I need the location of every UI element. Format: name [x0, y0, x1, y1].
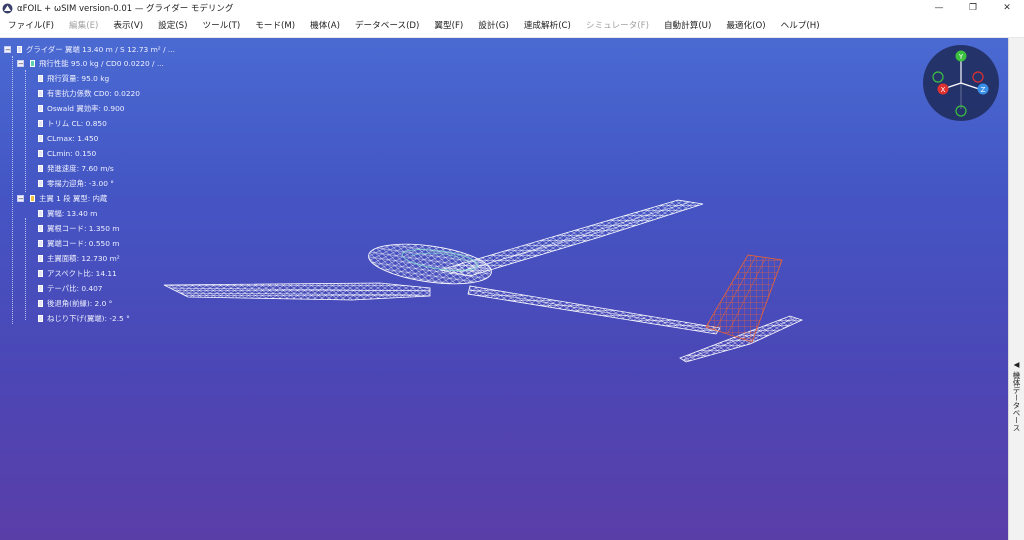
menu-airfoil[interactable]: 翼型(F) — [426, 16, 470, 37]
menu-edit[interactable]: 編集(E) — [61, 16, 105, 37]
menu-bar: ファイル(F) 編集(E) 表示(V) 設定(S) ツール(T) モード(M) … — [0, 16, 1024, 38]
tree-item-sweep[interactable]: 後退角(前縁): 2.0 ° — [38, 296, 112, 310]
tree-item-label: CLmax: 1.450 — [47, 133, 99, 143]
restore-button[interactable]: ❐ — [956, 0, 990, 16]
side-panel-label: ◀ 機体データベース — [1012, 360, 1021, 432]
property-icon — [38, 179, 43, 187]
menu-aircraft[interactable]: 機体(A) — [302, 16, 347, 37]
performance-icon — [30, 59, 35, 67]
property-icon — [38, 284, 43, 292]
tree-item-label: 飛行質量: 95.0 kg — [47, 73, 110, 83]
collapse-icon[interactable]: − — [17, 194, 24, 202]
tree-group-performance[interactable]: − 飛行性能 95.0 kg / CD0 0.0220 / ... — [17, 56, 164, 70]
property-icon — [38, 209, 43, 217]
menu-auto-calc[interactable]: 自動計算(U) — [656, 16, 718, 37]
property-icon — [38, 299, 43, 307]
collapse-icon[interactable]: − — [17, 59, 24, 67]
title-bar: αFOIL + ωSIM version-0.01 — グライダー モデリング … — [0, 0, 1024, 16]
tree-item-label: 翼根コード: 1.350 m — [47, 223, 120, 233]
tree-item-label: 後退角(前縁): 2.0 ° — [47, 298, 113, 308]
property-icon — [38, 239, 43, 247]
property-icon — [38, 269, 43, 277]
gizmo-z-label: Z — [981, 86, 986, 94]
tree-item-wing-area[interactable]: 主翼面積: 12.730 m² — [38, 251, 120, 265]
tree-item-label: 有害抗力係数 CD0: 0.0220 — [47, 88, 140, 98]
tree-item-cd0[interactable]: 有害抗力係数 CD0: 0.0220 — [38, 86, 140, 100]
tree-item-clmin[interactable]: CLmin: 0.150 — [38, 146, 96, 160]
tree-item-trim-cl[interactable]: トリム CL: 0.850 — [38, 116, 107, 130]
tree-item-label: アスペクト比: 14.11 — [47, 268, 117, 278]
tree-item-oswald[interactable]: Oswald 翼効率: 0.900 — [38, 101, 125, 115]
window-title: αFOIL + ωSIM version-0.01 — グライダー モデリング — [17, 4, 234, 14]
tree-item-label: 翼幅: 13.40 m — [47, 208, 98, 218]
property-icon — [38, 224, 43, 232]
tree-item-label: Oswald 翼効率: 0.900 — [47, 103, 125, 113]
tree-group-label: 飛行性能 95.0 kg / CD0 0.0220 / ... — [39, 58, 164, 68]
tree-group-main-wing[interactable]: − 主翼 1 段 翼型: 内蔵 — [17, 191, 107, 205]
tree-item-root-chord[interactable]: 翼根コード: 1.350 m — [38, 221, 120, 235]
document-icon — [17, 45, 22, 53]
collapse-icon[interactable]: − — [4, 45, 11, 53]
tree-item-label: 零揚力迎角: -3.00 ° — [47, 178, 114, 188]
tree-item-label: CLmin: 0.150 — [47, 148, 97, 158]
orientation-gizmo[interactable]: Y X Z — [921, 43, 1001, 123]
tree-item-aspect-ratio[interactable]: アスペクト比: 14.11 — [38, 266, 117, 280]
property-icon — [38, 254, 43, 262]
property-icon — [38, 164, 43, 172]
tree-item-span[interactable]: 翼幅: 13.40 m — [38, 206, 97, 220]
aircraft-database-panel-toggle[interactable]: ◀ 機体データベース — [1008, 38, 1024, 540]
property-icon — [38, 74, 43, 82]
tree-item-label: 発進速度: 7.60 m/s — [47, 163, 114, 173]
menu-file[interactable]: ファイル(F) — [0, 16, 61, 37]
tree-item-taper-ratio[interactable]: テーパ比: 0.407 — [38, 281, 103, 295]
tree-item-clmax[interactable]: CLmax: 1.450 — [38, 131, 98, 145]
left-wing — [163, 282, 431, 301]
tree-item-label: 主翼面積: 12.730 m² — [47, 253, 120, 263]
property-icon — [38, 134, 43, 142]
menu-simulator[interactable]: シミュレータ(F) — [578, 16, 656, 37]
tree-root-label: グライダー 翼端 13.40 m / S 12.73 m² / ... — [26, 44, 175, 54]
fuselage — [368, 243, 492, 285]
tree-item-flight-mass[interactable]: 飛行質量: 95.0 kg — [38, 71, 109, 85]
property-icon — [38, 104, 43, 112]
property-icon — [38, 119, 43, 127]
minimize-button[interactable]: — — [922, 0, 956, 16]
tree-group-label: 主翼 1 段 翼型: 内蔵 — [39, 193, 108, 203]
tree-item-label: 翼端コード: 0.550 m — [47, 238, 120, 248]
gizmo-x-label: X — [941, 86, 946, 94]
property-icon — [38, 314, 43, 322]
wing-icon — [30, 194, 35, 202]
menu-design[interactable]: 設計(G) — [470, 16, 516, 37]
tree-item-label: トリム CL: 0.850 — [47, 118, 107, 128]
tail-boom — [467, 285, 721, 335]
tree-item-washout[interactable]: ねじり下げ(翼端): -2.5 ° — [38, 311, 130, 325]
menu-view[interactable]: 表示(V) — [105, 16, 150, 37]
tree-item-label: ねじり下げ(翼端): -2.5 ° — [47, 313, 130, 323]
tree-item-tip-chord[interactable]: 翼端コード: 0.550 m — [38, 236, 120, 250]
tree-item-launch-speed[interactable]: 発進速度: 7.60 m/s — [38, 161, 114, 175]
menu-settings[interactable]: 設定(S) — [150, 16, 194, 37]
menu-tools[interactable]: ツール(T) — [195, 16, 248, 37]
menu-mode[interactable]: モード(M) — [247, 16, 302, 37]
app-logo-icon — [2, 3, 13, 13]
menu-coupled-analysis[interactable]: 連成解析(C) — [516, 16, 578, 37]
tree-item-label: テーパ比: 0.407 — [47, 283, 103, 293]
tree-root-glider[interactable]: − グライダー 翼端 13.40 m / S 12.73 m² / ... — [4, 42, 175, 56]
property-icon — [38, 89, 43, 97]
gizmo-y-label: Y — [958, 53, 964, 61]
3d-viewport[interactable]: − グライダー 翼端 13.40 m / S 12.73 m² / ... − … — [0, 38, 1008, 540]
menu-optimize[interactable]: 最適化(O) — [718, 16, 772, 37]
close-button[interactable]: ✕ — [990, 0, 1024, 16]
property-icon — [38, 149, 43, 157]
tree-item-zero-lift-aoa[interactable]: 零揚力迎角: -3.00 ° — [38, 176, 114, 190]
menu-help[interactable]: ヘルプ(H) — [773, 16, 827, 37]
glider-wireframe-model — [163, 199, 804, 363]
menu-database[interactable]: データベース(D) — [347, 16, 426, 37]
